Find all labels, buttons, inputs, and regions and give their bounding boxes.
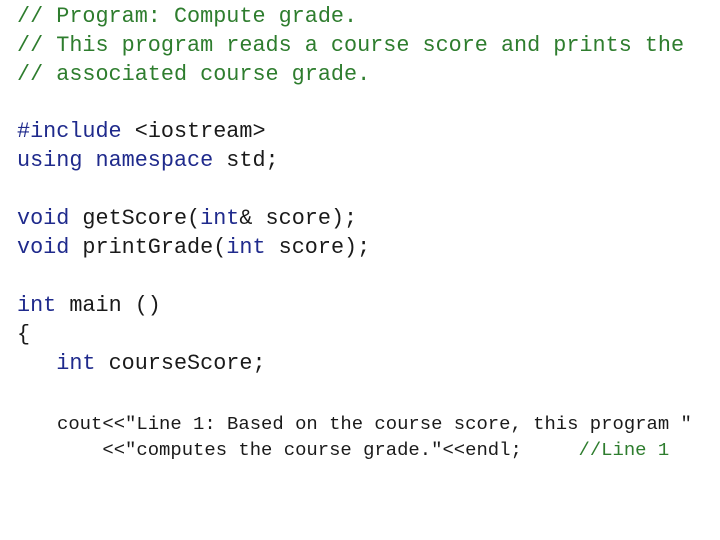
function-name: getScore( xyxy=(69,206,201,231)
cout-line-1: cout<<"Line 1: Based on the course score… xyxy=(23,413,692,435)
main-declaration: int main () xyxy=(17,294,161,318)
main-signature: main () xyxy=(56,293,161,318)
parameter-list: & score); xyxy=(239,206,358,231)
void-keyword: void xyxy=(17,235,70,260)
using-keyword: using xyxy=(17,148,83,173)
namespace-keyword: namespace xyxy=(82,148,214,173)
parameter-list: score); xyxy=(265,235,371,260)
cout-line-2: <<"computes the course grade."<<endl; //… xyxy=(23,439,669,461)
open-brace: { xyxy=(17,322,31,347)
using-namespace-line: using namespace std; xyxy=(17,149,279,173)
include-header: <iostream> xyxy=(121,119,266,144)
int-keyword: int xyxy=(226,235,266,260)
header-comment-line-1: // Program: Compute grade. xyxy=(17,4,358,29)
header-comment-line-2: // This program reads a course score and… xyxy=(17,33,685,58)
cout-continuation: <<"computes the course grade."<<endl; xyxy=(23,439,522,461)
namespace-name: std; xyxy=(213,148,279,173)
function-name: printGrade( xyxy=(69,235,227,260)
void-keyword: void xyxy=(17,206,70,231)
line-comment: //Line 1 xyxy=(578,439,670,461)
variable-name: courseScore; xyxy=(95,351,266,376)
spacing xyxy=(522,439,579,461)
int-keyword: int xyxy=(17,293,57,318)
variable-declaration: int courseScore; xyxy=(17,351,266,376)
header-comment-line-3: // associated course grade. xyxy=(17,62,371,87)
int-keyword: int xyxy=(200,206,240,231)
prototype-print-grade: void printGrade(int score); xyxy=(17,236,370,260)
include-directive: #include xyxy=(17,119,122,144)
include-line: #include <iostream> xyxy=(17,120,266,144)
prototype-get-score: void getScore(int& score); xyxy=(17,207,357,231)
int-keyword: int xyxy=(56,351,96,376)
